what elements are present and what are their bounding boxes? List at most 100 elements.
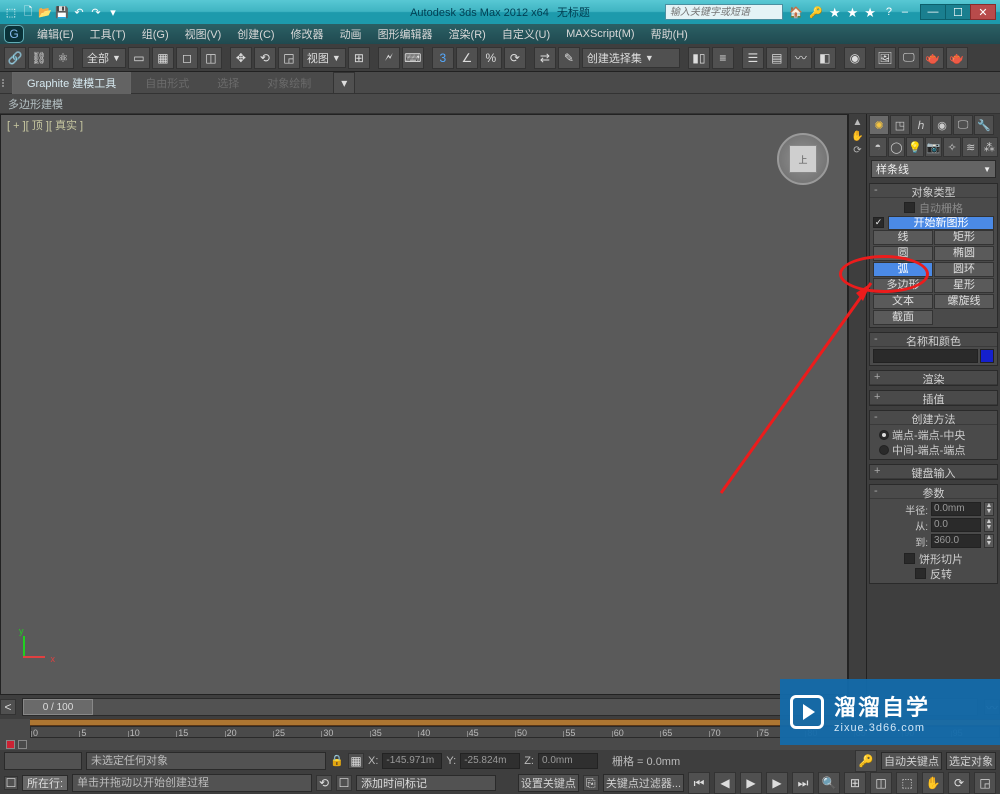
select-rect-icon[interactable]: ◻	[176, 47, 198, 69]
menu-render[interactable]: 渲染(R)	[442, 26, 493, 42]
helpers-subtab-icon[interactable]: ✧	[943, 137, 961, 157]
subcategory-dropdown[interactable]: 样条线▼	[871, 160, 996, 178]
ribbon-handle-icon[interactable]	[0, 76, 12, 90]
ribbon-icon[interactable]: ▤	[766, 47, 788, 69]
bind-icon[interactable]: ⚛	[52, 47, 74, 69]
from-spinner[interactable]: 0.0	[931, 518, 981, 532]
viewport-label[interactable]: [ + ][ 顶 ][ 真实 ]	[7, 117, 83, 133]
to-spinner[interactable]: 360.0	[931, 534, 981, 548]
schematic-icon[interactable]: ◧	[814, 47, 836, 69]
snap3-icon[interactable]: 3	[432, 47, 454, 69]
menu-group[interactable]: 组(G)	[135, 26, 176, 42]
key-icon[interactable]: ⎘	[583, 775, 599, 791]
rendersetup-icon[interactable]: 🖼	[874, 47, 896, 69]
objtype-螺旋线[interactable]: 螺旋线	[934, 294, 994, 309]
display-tab-icon[interactable]: 🖵	[953, 115, 973, 135]
pivot-icon[interactable]: ⊞	[348, 47, 370, 69]
tab-graphite[interactable]: Graphite 建模工具	[12, 72, 131, 94]
app-icon[interactable]: ⬚	[4, 5, 18, 19]
script-box-icon[interactable]	[18, 740, 27, 749]
anglesnap-icon[interactable]: ∠	[456, 47, 478, 69]
cameras-subtab-icon[interactable]: 📷	[925, 137, 943, 157]
infocenter-icon[interactable]: 🏠	[789, 5, 803, 19]
open-icon[interactable]: 📂	[38, 5, 52, 19]
radio-eec[interactable]	[879, 430, 889, 440]
selection-filter-dropdown[interactable]: 全部▼	[82, 48, 126, 68]
material-icon[interactable]: ◉	[844, 47, 866, 69]
redo-icon[interactable]: ↷	[89, 5, 103, 19]
ribbon-expand-icon[interactable]: ▾	[333, 72, 355, 94]
objtype-圆环[interactable]: 圆环	[934, 262, 994, 277]
status-line-dropdown[interactable]: 所在行:	[22, 775, 68, 791]
radius-spinner[interactable]: 0.0mm	[931, 502, 981, 516]
hierarchy-tab-icon[interactable]: ℎ	[911, 115, 931, 135]
reverse-checkbox[interactable]	[915, 568, 926, 579]
render-icon[interactable]: 🫖	[922, 47, 944, 69]
objtype-椭圆[interactable]: 椭圆	[934, 246, 994, 261]
create-tab-icon[interactable]: ✺	[869, 115, 889, 135]
rollout-interp[interactable]: +插值	[869, 390, 998, 406]
viewcube[interactable]: 上	[777, 133, 829, 185]
startshape-checkbox[interactable]: ✓	[873, 217, 884, 228]
fav-icon[interactable]: ★	[829, 6, 841, 19]
menu-edit[interactable]: 编辑(E)	[30, 26, 81, 42]
menu-view[interactable]: 视图(V)	[178, 26, 229, 42]
render-prod-icon[interactable]: 🫖	[946, 47, 968, 69]
save-icon[interactable]: 💾	[55, 5, 69, 19]
rotate-icon[interactable]: ⟲	[254, 47, 276, 69]
utilities-tab-icon[interactable]: 🔧	[974, 115, 994, 135]
abs-rel-icon[interactable]: ▦	[348, 753, 364, 769]
track-toggle-icon[interactable]: <	[0, 699, 16, 715]
minimize-button[interactable]: —	[920, 4, 946, 20]
dropdown-icon[interactable]: ▾	[106, 5, 120, 19]
undo-icon[interactable]: ↶	[72, 5, 86, 19]
objtype-线[interactable]: 线	[873, 230, 933, 245]
nav-fov-icon[interactable]: ◫	[870, 772, 892, 794]
select-window-icon[interactable]: ◫	[200, 47, 222, 69]
coord-x[interactable]: -145.971m	[382, 753, 442, 769]
autogrid-checkbox[interactable]	[904, 202, 915, 213]
coord-y[interactable]: -25.824m	[460, 753, 520, 769]
pctsnap-icon[interactable]: %	[480, 47, 502, 69]
layers-icon[interactable]: ☰	[742, 47, 764, 69]
objtype-截面[interactable]: 截面	[873, 310, 933, 325]
rollout-kb-input[interactable]: +键盘输入	[869, 464, 998, 480]
fav-icon[interactable]: ★	[847, 6, 859, 19]
menu-create[interactable]: 创建(C)	[230, 26, 281, 42]
spacewarp-subtab-icon[interactable]: ≋	[962, 137, 980, 157]
nav-max-icon[interactable]: ◲	[974, 772, 996, 794]
tab-paint[interactable]: 对象绘制	[253, 72, 325, 94]
pie-checkbox[interactable]	[904, 553, 915, 564]
tag-icon-2[interactable]: ☐	[336, 775, 352, 791]
menu-anim[interactable]: 动画	[333, 26, 369, 42]
ref-coord-dropdown[interactable]: 视图▼	[302, 48, 346, 68]
tag-icon-1[interactable]: ⟲	[316, 775, 332, 791]
macro-block[interactable]	[4, 752, 82, 770]
menu-modifier[interactable]: 修改器	[284, 26, 331, 42]
nav-arrow-icon[interactable]: ▲	[853, 117, 863, 128]
spinner-updown[interactable]: ▲▼	[984, 518, 994, 532]
move-icon[interactable]: ✥	[230, 47, 252, 69]
manip-icon[interactable]: 🗲	[378, 47, 400, 69]
timetag-dropdown[interactable]: 添加时间标记	[356, 775, 496, 791]
nav-zoom-icon[interactable]: 🔍	[818, 772, 840, 794]
color-swatch[interactable]	[980, 349, 994, 363]
objtype-矩形[interactable]: 矩形	[934, 230, 994, 245]
fav-icon[interactable]: ★	[864, 6, 876, 19]
nav-hand-icon[interactable]: ✋	[851, 131, 863, 142]
time-thumb[interactable]: 0 / 100	[23, 699, 93, 715]
objtype-文本[interactable]: 文本	[873, 294, 933, 309]
object-name-input[interactable]	[873, 349, 978, 363]
menu-tools[interactable]: 工具(T)	[83, 26, 133, 42]
menu-help[interactable]: 帮助(H)	[644, 26, 695, 42]
play-start-icon[interactable]: ⏮	[688, 772, 710, 794]
menu-customize[interactable]: 自定义(U)	[495, 26, 557, 42]
maximize-button[interactable]: ☐	[945, 4, 971, 20]
constrain-icon[interactable]: ⇄	[534, 47, 556, 69]
unlink-icon[interactable]: ⛓	[28, 47, 50, 69]
radio-cee[interactable]	[879, 445, 889, 455]
help-search-input[interactable]	[665, 4, 783, 20]
coord-z[interactable]: 0.0mm	[538, 753, 598, 769]
nav-orbit-icon[interactable]: ⟳	[853, 145, 861, 156]
shapes-subtab-icon[interactable]: ◯	[888, 137, 906, 157]
